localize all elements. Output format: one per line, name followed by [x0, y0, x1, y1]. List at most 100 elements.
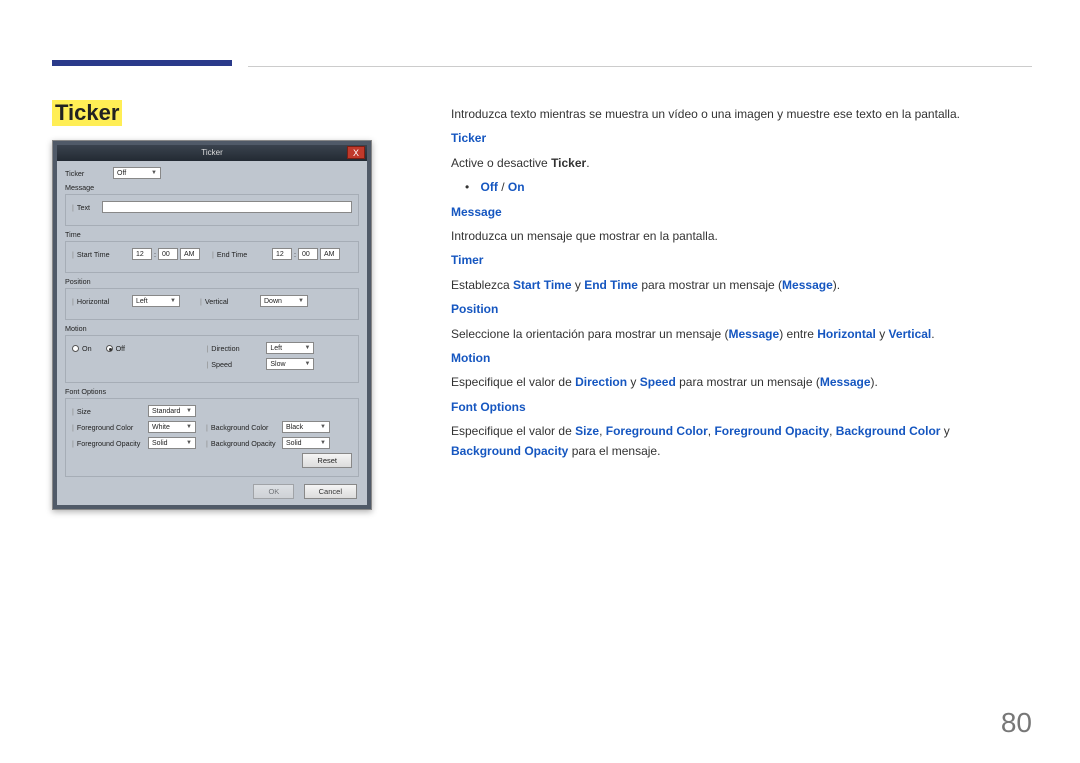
keyword-fg-color: Foreground Color [606, 424, 708, 438]
start-time-spinner[interactable]: 12:00AM [132, 248, 200, 260]
keyword-direction: Direction [575, 375, 627, 389]
cancel-button[interactable]: Cancel [304, 484, 357, 499]
start-ampm: AM [184, 251, 195, 258]
chevron-down-icon: ▼ [320, 440, 326, 446]
keyword-ticker: Ticker [551, 156, 586, 170]
size-label: Size [72, 407, 148, 416]
bg-color-label: Background Color [206, 423, 282, 432]
keyword-fg-opacity: Foreground Opacity [714, 424, 829, 438]
start-min: 00 [162, 251, 170, 258]
motion-off-radio[interactable] [106, 345, 113, 352]
speed-select[interactable]: Slow▼ [266, 358, 314, 370]
size-select[interactable]: Standard▼ [148, 405, 196, 417]
section-font-head: Font Options [451, 397, 970, 417]
text-fragment: ). [833, 278, 840, 292]
text-fragment: y [627, 375, 640, 389]
keyword-size: Size [575, 424, 599, 438]
text-label: Text [72, 203, 102, 212]
dialog-inner: Ticker X Ticker Off▼ Message Text Time S… [57, 145, 367, 505]
dialog-button-bar: OK Cancel [247, 483, 357, 499]
motion-label: Motion [65, 324, 359, 333]
section-message-text: Introduzca un mensaje que mostrar en la … [451, 226, 970, 246]
message-label: Message [65, 183, 359, 192]
text-fragment: y [940, 424, 949, 438]
text-fragment: , [829, 424, 836, 438]
chevron-down-icon: ▼ [298, 298, 304, 304]
motion-on-radio[interactable] [72, 345, 79, 352]
direction-select[interactable]: Left▼ [266, 342, 314, 354]
off-label: Off [116, 344, 125, 353]
keyword-bg-color: Background Color [836, 424, 941, 438]
keyword-end-time: End Time [584, 278, 638, 292]
text-fragment: para el mensaje. [568, 444, 660, 458]
ok-button[interactable]: OK [253, 484, 294, 499]
keyword-message: Message [728, 327, 779, 341]
direction-label: Direction [206, 344, 266, 353]
dialog-titlebar: Ticker X [57, 145, 367, 161]
text-fragment: para mostrar un mensaje ( [676, 375, 820, 389]
ticker-label: Ticker [65, 169, 113, 178]
section-timer-head: Timer [451, 250, 970, 270]
bg-opacity-select[interactable]: Solid▼ [282, 437, 330, 449]
font-options-label: Font Options [65, 387, 359, 396]
keyword-message: Message [782, 278, 833, 292]
section-ticker-head: Ticker [451, 128, 970, 148]
bg-color-select[interactable]: Black▼ [282, 421, 330, 433]
bg-opacity-label: Background Opacity [206, 439, 282, 448]
keyword-message: Message [820, 375, 871, 389]
text-fragment: , [599, 424, 606, 438]
text-fragment: Especifique el valor de [451, 424, 575, 438]
reset-button[interactable]: Reset [302, 453, 352, 468]
keyword-horizontal: Horizontal [817, 327, 876, 341]
close-button[interactable]: X [347, 146, 365, 159]
chevron-down-icon: ▼ [320, 424, 326, 430]
section-ticker-text: Active o desactive Ticker. [451, 153, 970, 173]
text-fragment: ). [871, 375, 878, 389]
ticker-dialog: Ticker X Ticker Off▼ Message Text Time S… [52, 140, 372, 510]
vertical-value: Down [264, 298, 282, 305]
fg-color-select[interactable]: White▼ [148, 421, 196, 433]
section-motion-head: Motion [451, 348, 970, 368]
page-number: 80 [1001, 707, 1032, 739]
option-off: Off [481, 180, 498, 194]
keyword-vertical: Vertical [889, 327, 932, 341]
motion-group: On Off Direction Left▼ Speed Slow▼ [65, 335, 359, 383]
keyword-speed: Speed [640, 375, 676, 389]
text-fragment: Active o desactive [451, 156, 551, 170]
intro-text: Introduzca texto mientras se muestra un … [451, 104, 970, 124]
end-time-label: End Time [212, 250, 272, 259]
fg-opacity-value: Solid [152, 440, 168, 447]
page-title: Ticker [52, 100, 122, 126]
chevron-down-icon: ▼ [186, 440, 192, 446]
dialog-body: Ticker Off▼ Message Text Time Start Time… [57, 161, 367, 485]
text-fragment: Establezca [451, 278, 513, 292]
end-min: 00 [302, 251, 310, 258]
section-message-head: Message [451, 202, 970, 222]
fg-color-value: White [152, 424, 170, 431]
text-input[interactable] [102, 201, 352, 213]
chevron-down-icon: ▼ [186, 408, 192, 414]
section-position-head: Position [451, 299, 970, 319]
horizontal-value: Left [136, 298, 148, 305]
time-label: Time [65, 230, 359, 239]
dialog-title: Ticker [201, 148, 222, 157]
header-rule [248, 66, 1032, 67]
ticker-select[interactable]: Off▼ [113, 167, 161, 179]
time-group: Start Time 12:00AM End Time 12:00AM [65, 241, 359, 273]
text-fragment: para mostrar un mensaje ( [638, 278, 782, 292]
section-motion-text: Especifique el valor de Direction y Spee… [451, 372, 970, 392]
horizontal-select[interactable]: Left▼ [132, 295, 180, 307]
end-time-spinner[interactable]: 12:00AM [272, 248, 340, 260]
ticker-value: Off [117, 170, 126, 177]
text-fragment: y [572, 278, 585, 292]
speed-label: Speed [206, 360, 266, 369]
text-fragment: Especifique el valor de [451, 375, 575, 389]
vertical-select[interactable]: Down ▼ [260, 295, 308, 307]
text-fragment: . [586, 156, 589, 170]
text-fragment: ) entre [779, 327, 817, 341]
fg-opacity-select[interactable]: Solid ▼ [148, 437, 196, 449]
chevron-down-icon: ▼ [304, 345, 310, 351]
fg-opacity-label: Foreground Opacity [72, 439, 148, 448]
position-group: Horizontal Left▼ Vertical Down▼ [65, 288, 359, 320]
section-font-text: Especifique el valor de Size, Foreground… [451, 421, 970, 462]
